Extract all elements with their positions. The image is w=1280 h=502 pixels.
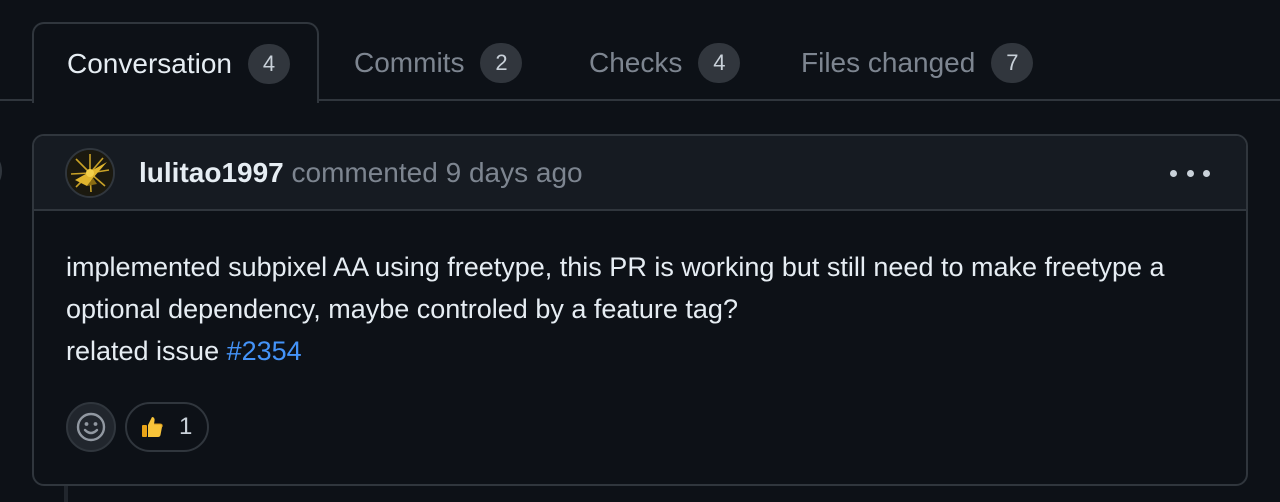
comment-header: lulitao1997 commented 9 days ago [34,136,1246,211]
thumbs-up-icon [142,417,163,437]
timeline-line [64,484,68,502]
comment-body: implemented subpixel AA using freetype, … [66,246,1226,372]
tab-commits-label: Commits [354,46,465,78]
tab-checks-label: Checks [589,46,683,78]
comment-action: commented [291,157,438,188]
comment-box: lulitao1997 commented 9 days ago impleme… [32,134,1248,486]
comment-paragraph: implemented subpixel AA using freetype, … [66,252,1165,324]
reaction-count: 1 [179,413,193,440]
tab-checks-counter: 4 [698,42,741,83]
avatar[interactable] [65,148,115,198]
tab-commits-counter: 2 [480,42,523,83]
tab-conversation-counter: 4 [247,43,290,84]
tab-files-changed-counter: 7 [991,42,1034,83]
tab-commits[interactable]: Commits 2 [354,22,523,103]
comment-header-text: lulitao1997 commented 9 days ago [139,156,583,190]
tab-checks[interactable]: Checks 4 [589,22,741,103]
pr-tabbar: Conversation 4 Commits 2 Checks 4 Files … [0,0,1280,103]
avatar-starburst-icon [67,150,113,196]
related-issue-label: related issue [66,336,220,366]
smiley-icon [76,412,106,442]
tab-files-changed[interactable]: Files changed 7 [801,22,1034,103]
tab-conversation[interactable]: Conversation 4 [32,22,319,103]
timeline-edge-marker [0,154,2,188]
more-options-button[interactable] [1170,160,1210,186]
comment-related-issue-line: related issue #2354 [66,330,1226,372]
comment-timestamp[interactable]: 9 days ago [446,157,583,188]
reactions-bar: 1 [66,401,209,453]
issue-link[interactable]: #2354 [227,336,302,366]
tab-conversation-label: Conversation [67,47,232,79]
kebab-dot-icon [1186,169,1194,177]
tab-files-changed-label: Files changed [801,46,976,78]
add-reaction-button[interactable] [66,402,116,452]
thumbs-up-reaction[interactable]: 1 [125,402,209,452]
kebab-dot-icon [1203,169,1210,177]
comment-author[interactable]: lulitao1997 [139,157,284,188]
pull-request-page: Conversation 4 Commits 2 Checks 4 Files … [0,0,1280,502]
kebab-dot-icon [1170,169,1177,177]
